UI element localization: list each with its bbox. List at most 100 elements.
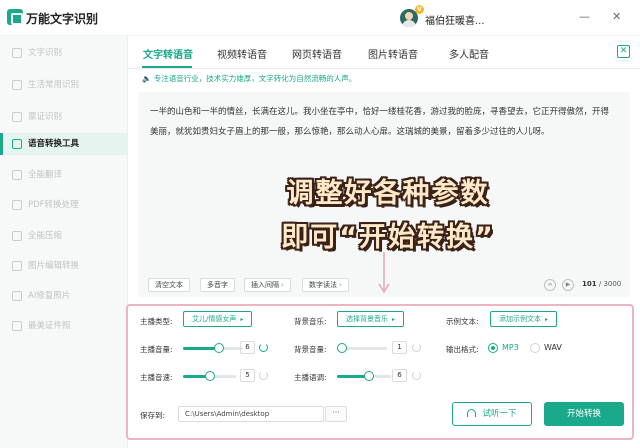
sidebar-item-label: 文字识别 (28, 48, 63, 58)
output-format-label: 输出格式: (446, 345, 479, 354)
save-path-input[interactable]: C:\Users\Admin\desktop (178, 406, 324, 422)
anchor-volume-value[interactable]: 6 (240, 341, 255, 354)
sidebar-item-label: 最美证件照 (28, 321, 71, 331)
sidebar-item-label: 语音转换工具 (28, 139, 80, 149)
translate-icon (12, 170, 22, 180)
voice-convert-icon (12, 139, 22, 149)
down-arrow-icon (378, 252, 390, 294)
reset-icon[interactable] (412, 343, 421, 352)
link-icon[interactable]: ∞ (544, 279, 556, 291)
format-mp3-label[interactable]: MP3 (502, 343, 519, 352)
sample-text-label: 示例文本: (446, 317, 479, 326)
settings-panel: 主播类型: 艾儿/情感女声 ▸ 背景音乐: 选择背景音乐 ▸ 示例文本: 添加示例文… (126, 304, 634, 440)
sidebar-item-label: 票证识别 (28, 112, 63, 122)
sidebar-item-voice-convert[interactable]: 语音转换工具 (0, 133, 128, 155)
sidebar-item-compress[interactable]: 全能压缩 (0, 225, 128, 247)
notice-text: 🔈 专注语音行业，技术实力雄厚，文字转化为自然流畅的人声。 (142, 74, 357, 83)
browse-button[interactable]: ··· (325, 406, 347, 422)
slider-handle[interactable] (204, 371, 215, 381)
sidebar-item-ticket-recognition[interactable]: 票证识别 (0, 106, 128, 128)
tab-web-to-speech[interactable]: 网页转语音 (292, 46, 342, 61)
insert-pause-button[interactable]: 插入间隔 › (244, 278, 291, 292)
reset-icon[interactable] (259, 371, 268, 380)
anchor-tone-value[interactable]: 6 (392, 369, 407, 382)
sidebar-item-label: 图片编辑转换 (28, 261, 80, 271)
close-panel-button[interactable]: ✕ (617, 45, 630, 58)
tab-text-to-speech[interactable]: 文字转语音 (143, 46, 193, 61)
close-window-button[interactable]: ✕ (612, 10, 621, 24)
anchor-type-label: 主播类型: (140, 317, 173, 326)
vip-badge: V (415, 5, 424, 14)
speaker-icon: 🔈 (142, 74, 154, 83)
anchor-volume-slider[interactable] (183, 342, 243, 354)
sidebar: 文字识别 生活常用识别 票证识别 语音转换工具 全能翻译 PDF转换处理 全能压… (0, 36, 128, 448)
slider-handle[interactable] (364, 371, 375, 381)
sidebar-item-label: 生活常用识别 (28, 80, 80, 90)
sidebar-item-label: 全能压缩 (28, 231, 63, 241)
sidebar-item-daily-recognition[interactable]: 生活常用识别 (0, 74, 128, 96)
format-wav-radio[interactable] (530, 343, 540, 353)
overlay-caption-line1: 调整好各种参数 (286, 178, 490, 209)
number-reading-button[interactable]: 数字读法 › (302, 278, 349, 292)
ticket-recognition-icon (12, 112, 22, 122)
polyphone-button[interactable]: 多音字 (200, 278, 235, 292)
anchor-tone-label: 主播语调: (294, 373, 327, 382)
image-edit-icon (12, 261, 22, 271)
reset-icon[interactable] (259, 343, 268, 352)
trial-listen-button[interactable]: 试听一下 (452, 402, 532, 426)
clear-text-button[interactable]: 清空文本 (148, 278, 190, 292)
app-title: 万能文字识别 (26, 12, 99, 26)
char-counter: 101 / 3000 (582, 280, 622, 288)
tab-video-to-speech[interactable]: 视频转语音 (217, 46, 267, 61)
bg-volume-value[interactable]: 1 (392, 341, 407, 354)
format-wav-label[interactable]: WAV (544, 343, 562, 352)
overlay-caption: 调整好各种参数 即可“开始转换” (248, 172, 528, 260)
anchor-speed-label: 主播音速: (140, 373, 173, 382)
user-name[interactable]: 福伯狂暖喜... (425, 12, 485, 27)
sidebar-item-ai-repair[interactable]: AI修复照片 (0, 285, 128, 307)
start-convert-button[interactable]: 开始转换 (544, 402, 624, 426)
text-recognition-icon (12, 48, 22, 58)
sidebar-item-id-photo[interactable]: 最美证件照 (0, 315, 128, 337)
anchor-speed-value[interactable]: 5 (240, 369, 255, 382)
save-to-label: 保存到: (140, 411, 166, 420)
active-tab-indicator (142, 66, 192, 68)
minimize-button[interactable]: — (579, 10, 590, 24)
chevron-right-icon: › (281, 281, 284, 289)
sidebar-item-image-edit[interactable]: 图片编辑转换 (0, 255, 128, 277)
anchor-speed-slider[interactable] (183, 370, 236, 382)
play-icon[interactable]: ▶ (562, 279, 574, 291)
ai-repair-icon (12, 291, 22, 301)
format-mp3-radio[interactable] (488, 343, 498, 353)
editor-content[interactable]: 一半的山色和一半的情丝，长满在这儿。我小坐在亭中，恰好一缕桂花香，游过我的脸庞，… (150, 102, 616, 142)
id-photo-icon (12, 321, 22, 331)
bg-volume-slider[interactable] (337, 342, 387, 354)
tab-multi-dubbing[interactable]: 多人配音 (449, 46, 489, 61)
sample-text-select[interactable]: 添加示例文本 ▸ (490, 311, 558, 327)
bg-music-label: 背景音乐: (294, 317, 327, 326)
sidebar-item-pdf[interactable]: PDF转换处理 (0, 194, 128, 216)
tab-bar: 文字转语音 视频转语音 网页转语音 图片转语音 多人配音 (128, 36, 640, 69)
caret-right-icon: ▸ (545, 316, 549, 323)
slider-handle[interactable] (214, 343, 224, 353)
bg-volume-label: 背景音量: (294, 345, 327, 354)
app-logo-icon (7, 9, 23, 25)
caret-right-icon: ▸ (240, 316, 244, 323)
sidebar-item-label: AI修复照片 (28, 291, 71, 301)
bg-music-select[interactable]: 选择背景音乐 ▸ (337, 311, 405, 327)
daily-recognition-icon (12, 80, 22, 90)
headphones-icon (467, 409, 477, 417)
chevron-right-icon: › (339, 281, 342, 289)
sidebar-item-translate[interactable]: 全能翻译 (0, 164, 128, 186)
compress-icon (12, 231, 22, 241)
anchor-volume-label: 主播音量: (140, 345, 173, 354)
sidebar-item-label: 全能翻译 (28, 170, 63, 180)
tab-image-to-speech[interactable]: 图片转语音 (368, 46, 418, 61)
anchor-type-select[interactable]: 艾儿/情感女声 ▸ (183, 311, 253, 327)
sidebar-item-label: PDF转换处理 (28, 200, 79, 210)
anchor-tone-slider[interactable] (337, 370, 391, 382)
sidebar-item-text-recognition[interactable]: 文字识别 (0, 42, 128, 64)
slider-handle[interactable] (337, 343, 347, 353)
reset-icon[interactable] (412, 371, 421, 380)
text-editor[interactable]: 一半的山色和一半的情丝，长满在这儿。我小坐在亭中，恰好一缕桂花香，游过我的脸庞，… (138, 92, 630, 297)
